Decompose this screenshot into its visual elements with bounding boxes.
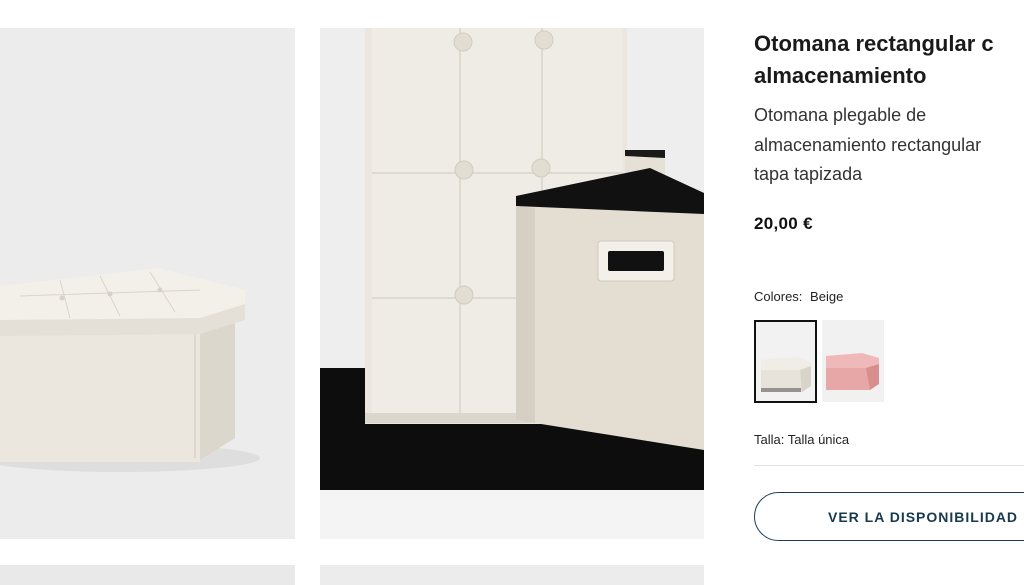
product-photo-3[interactable] bbox=[0, 565, 295, 585]
size-info: Talla: Talla única bbox=[754, 432, 850, 447]
beige-ottoman-thumbnail bbox=[756, 322, 815, 401]
pink-ottoman-thumbnail bbox=[822, 320, 884, 402]
divider bbox=[754, 465, 1024, 466]
product-photo-1[interactable] bbox=[0, 28, 295, 539]
selected-color: Beige bbox=[810, 289, 844, 304]
color-swatch-pink[interactable] bbox=[822, 320, 884, 402]
product-description: Otomana plegable de almacenamiento recta… bbox=[754, 101, 1024, 190]
color-swatch-beige[interactable] bbox=[754, 320, 817, 403]
colors-label: Colores: bbox=[754, 289, 803, 304]
check-availability-label: VER LA DISPONIBILIDAD bbox=[828, 508, 1019, 525]
product-photo-4[interactable] bbox=[320, 565, 704, 585]
product-description-line-1: Otomana plegable de bbox=[754, 105, 927, 125]
product-photo-2[interactable] bbox=[320, 28, 704, 539]
product-price: 20,00 € bbox=[754, 214, 813, 233]
product-title-line-1: Otomana rectangular c bbox=[754, 31, 994, 56]
product-description-line-2: almacenamiento rectangular bbox=[754, 134, 982, 155]
colors-label-row: Colores: Beige bbox=[754, 289, 843, 304]
check-availability-button[interactable]: VER LA DISPONIBILIDAD bbox=[754, 492, 1024, 541]
product-title: Otomana rectangular c almacenamiento bbox=[754, 28, 1024, 92]
ottoman-closed-image bbox=[0, 28, 295, 539]
ottoman-open-image bbox=[320, 28, 704, 539]
product-title-line-2: almacenamiento bbox=[754, 63, 927, 88]
product-description-line-3: tapa tapizada bbox=[754, 164, 863, 184]
